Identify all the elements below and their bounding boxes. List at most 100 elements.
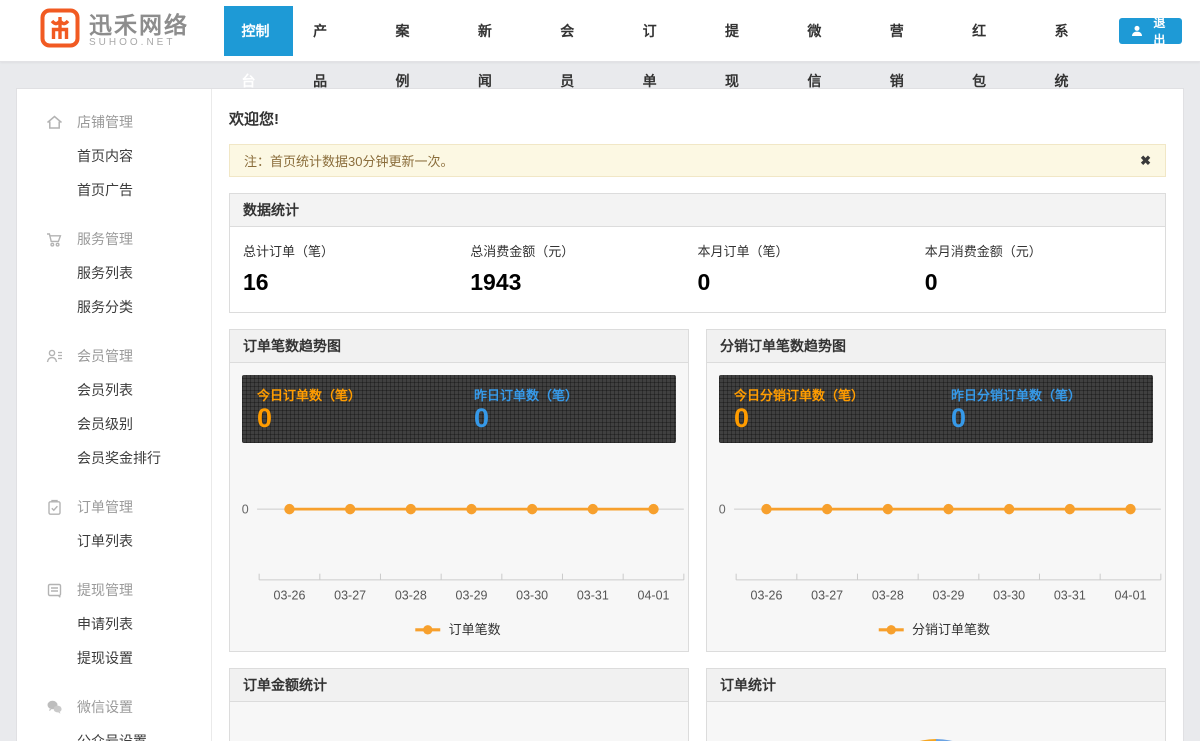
sidebar-section-title-5[interactable]: 微信设置 — [17, 690, 211, 724]
yesterday-stat: 昨日订单数（笔）0 — [459, 375, 676, 443]
sidebar-item[interactable]: 会员奖金排行 — [17, 441, 211, 475]
today-stat-value: 0 — [257, 404, 459, 434]
sidebar: 店铺管理首页内容首页广告服务管理服务列表服务分类会员管理会员列表会员级别会员奖金… — [17, 89, 212, 741]
stat-value: 16 — [243, 269, 470, 296]
nav-item-3[interactable]: 新闻 — [460, 6, 518, 56]
top-navbar: 迅禾网络 SUHOO.NET 控制台产品案例新闻会员订单提现微信营销红包系统 退… — [0, 0, 1200, 62]
bottom-panel-title: 订单统计 — [707, 669, 1165, 702]
svg-text:04-01: 04-01 — [638, 589, 670, 603]
bottom-panel-0: 订单金额统计 — [229, 668, 689, 741]
members-icon — [46, 348, 63, 365]
sidebar-item[interactable]: 服务分类 — [17, 290, 211, 324]
nav-item-10[interactable]: 系统 — [1036, 6, 1094, 56]
sidebar-item[interactable]: 服务列表 — [17, 256, 211, 290]
yesterday-stat-label: 昨日订单数（笔） — [474, 385, 676, 404]
withdraw-icon — [46, 582, 63, 599]
nav-menu: 控制台产品案例新闻会员订单提现微信营销红包系统 — [224, 0, 1119, 61]
trend-panel-1: 分销订单笔数趋势图今日分销订单数（笔）0昨日分销订单数（笔）0003-2603-… — [706, 329, 1166, 652]
trend-line-chart: 003-2603-2703-2803-2903-3003-3104-01分销订单… — [707, 455, 1165, 651]
brand-subtitle: SUHOO.NET — [89, 37, 189, 48]
brand-logo-icon — [40, 8, 80, 53]
bottom-panels-row: 订单金额统计订单统计 — [229, 668, 1166, 741]
sidebar-item[interactable]: 会员级别 — [17, 407, 211, 441]
brand-logo[interactable]: 迅禾网络 SUHOO.NET — [40, 8, 199, 53]
sidebar-section-title-4[interactable]: 提现管理 — [17, 573, 211, 607]
bottom-panel-1: 订单统计 — [706, 668, 1166, 741]
stats-panel: 数据统计 总计订单（笔）16总消费金额（元）1943本月订单（笔）0本月消费金额… — [229, 193, 1166, 313]
notice-text: 注：首页统计数据30分钟更新一次。 — [244, 151, 453, 170]
svg-text:03-27: 03-27 — [334, 589, 366, 603]
yesterday-stat-label: 昨日分销订单数（笔） — [951, 385, 1153, 404]
notice-bar: 注：首页统计数据30分钟更新一次。 ✖ — [229, 144, 1166, 177]
stat-value: 1943 — [470, 269, 697, 296]
wechat-icon — [46, 699, 63, 716]
svg-text:03-30: 03-30 — [993, 589, 1025, 603]
trend-panel-0: 订单笔数趋势图今日订单数（笔）0昨日订单数（笔）0003-2603-2703-2… — [229, 329, 689, 652]
nav-item-0[interactable]: 控制台 — [224, 6, 294, 56]
trend-panel-title: 分销订单笔数趋势图 — [707, 330, 1165, 363]
sidebar-item[interactable]: 公众号设置 — [17, 724, 211, 741]
stats-panel-title: 数据统计 — [230, 194, 1165, 227]
svg-text:0: 0 — [242, 502, 249, 516]
sidebar-section-title-1[interactable]: 服务管理 — [17, 222, 211, 256]
sidebar-item[interactable]: 订单列表 — [17, 524, 211, 558]
today-stat-label: 今日订单数（笔） — [257, 385, 459, 404]
today-stat: 今日分销订单数（笔）0 — [719, 375, 936, 443]
sidebar-item[interactable]: 提现设置 — [17, 641, 211, 675]
stat-label: 本月消费金额（元） — [925, 241, 1152, 260]
sidebar-section-4: 提现管理申请列表提现设置 — [17, 573, 211, 675]
stat-value: 0 — [925, 269, 1152, 296]
sidebar-section-label: 会员管理 — [77, 346, 133, 366]
orders-icon — [46, 499, 63, 516]
svg-text:03-29: 03-29 — [933, 589, 965, 603]
svg-text:03-30: 03-30 — [516, 589, 548, 603]
svg-text:03-29: 03-29 — [456, 589, 488, 603]
sidebar-section-title-3[interactable]: 订单管理 — [17, 490, 211, 524]
nav-item-5[interactable]: 订单 — [625, 6, 683, 56]
stat-cell-1: 总消费金额（元）1943 — [470, 241, 697, 296]
sidebar-item[interactable]: 首页内容 — [17, 139, 211, 173]
logout-button[interactable]: 退出 — [1119, 18, 1182, 44]
svg-text:03-28: 03-28 — [872, 589, 904, 603]
bottom-panel-title: 订单金额统计 — [230, 669, 688, 702]
cart-icon — [46, 231, 63, 248]
sidebar-item[interactable]: 首页广告 — [17, 173, 211, 207]
sidebar-item[interactable]: 申请列表 — [17, 607, 211, 641]
stat-label: 本月订单（笔） — [698, 241, 925, 260]
nav-item-1[interactable]: 产品 — [295, 6, 353, 56]
svg-text:04-01: 04-01 — [1115, 589, 1147, 603]
sidebar-section-label: 微信设置 — [77, 697, 133, 717]
nav-item-4[interactable]: 会员 — [542, 6, 600, 56]
today-stat-value: 0 — [734, 404, 936, 434]
svg-text:03-27: 03-27 — [811, 589, 843, 603]
sidebar-section-5: 微信设置公众号设置 — [17, 690, 211, 741]
svg-text:0: 0 — [719, 502, 726, 516]
nav-item-7[interactable]: 微信 — [789, 6, 847, 56]
sidebar-section-label: 订单管理 — [77, 497, 133, 517]
sidebar-section-label: 提现管理 — [77, 580, 133, 600]
sidebar-section-title-0[interactable]: 店铺管理 — [17, 105, 211, 139]
sidebar-section-1: 服务管理服务列表服务分类 — [17, 222, 211, 324]
svg-text:订单笔数: 订单笔数 — [449, 622, 501, 637]
yesterday-stat-value: 0 — [951, 404, 1153, 434]
nav-item-8[interactable]: 营销 — [872, 6, 930, 56]
main-card: 店铺管理首页内容首页广告服务管理服务列表服务分类会员管理会员列表会员级别会员奖金… — [16, 88, 1184, 741]
logout-label: 退出 — [1149, 14, 1170, 48]
stat-value: 0 — [698, 269, 925, 296]
sidebar-section-2: 会员管理会员列表会员级别会员奖金排行 — [17, 339, 211, 475]
stat-label: 总计订单（笔） — [243, 241, 470, 260]
screen: 迅禾网络 SUHOO.NET 控制台产品案例新闻会员订单提现微信营销红包系统 退… — [0, 0, 1200, 741]
today-stat: 今日订单数（笔）0 — [242, 375, 459, 443]
sidebar-section-label: 服务管理 — [77, 229, 133, 249]
yesterday-stat-value: 0 — [474, 404, 676, 434]
close-icon[interactable]: ✖ — [1140, 153, 1151, 169]
sidebar-section-title-2[interactable]: 会员管理 — [17, 339, 211, 373]
nav-item-2[interactable]: 案例 — [377, 6, 435, 56]
nav-item-9[interactable]: 红包 — [954, 6, 1012, 56]
nav-item-6[interactable]: 提现 — [707, 6, 765, 56]
sidebar-section-0: 店铺管理首页内容首页广告 — [17, 105, 211, 207]
svg-text:03-31: 03-31 — [1054, 589, 1086, 603]
user-icon — [1131, 25, 1143, 37]
svg-text:03-26: 03-26 — [274, 589, 306, 603]
sidebar-item[interactable]: 会员列表 — [17, 373, 211, 407]
